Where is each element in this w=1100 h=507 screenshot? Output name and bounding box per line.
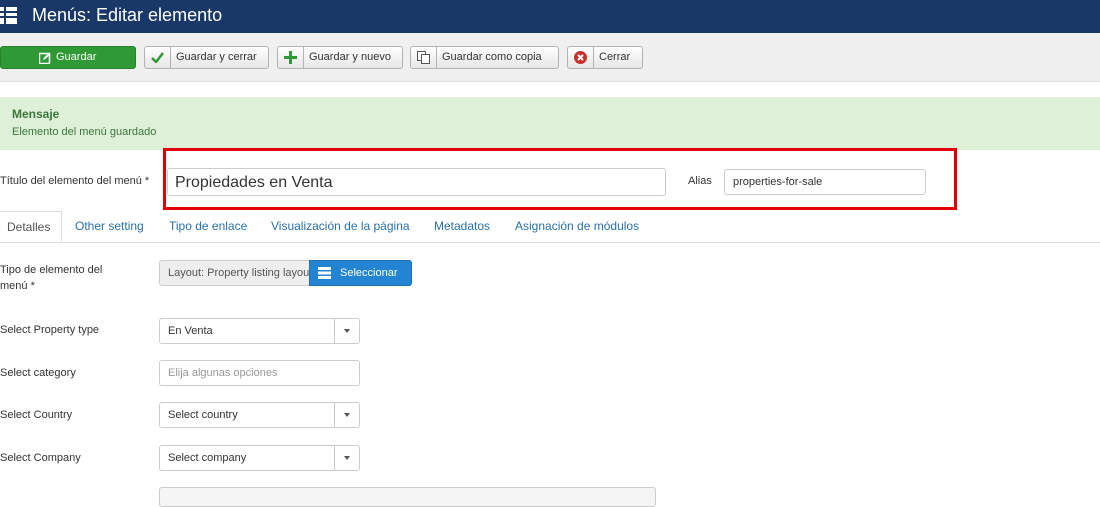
- property-type-value: En Venta: [168, 325, 213, 337]
- copy-icon: [417, 51, 430, 64]
- tab-detalles[interactable]: Detalles: [0, 211, 62, 242]
- country-label: Select Country: [0, 409, 73, 421]
- save-copy-button[interactable]: Guardar como copia: [410, 46, 559, 69]
- tab-metadatos[interactable]: Metadatos: [434, 219, 490, 233]
- menu-type-value: Layout: Property listing layout: [168, 267, 311, 279]
- save-new-button[interactable]: Guardar y nuevo: [277, 46, 403, 69]
- page-title: Menús: Editar elemento: [32, 5, 223, 25]
- save-label: Guardar: [56, 51, 97, 63]
- tab-asignacion-modulos[interactable]: Asignación de módulos: [515, 219, 639, 233]
- chevron-down-icon: [334, 319, 359, 343]
- save-close-label: Guardar y cerrar: [176, 51, 257, 63]
- partial-field[interactable]: [159, 487, 656, 507]
- list-icon: [318, 267, 331, 279]
- category-label: Select category: [0, 367, 76, 379]
- save-new-label: Guardar y nuevo: [309, 51, 391, 63]
- toolbar: Guardar Guardar y cerrar Guardar y nuevo…: [0, 33, 1100, 82]
- menu-icon: [0, 7, 17, 24]
- select-type-button[interactable]: Seleccionar: [309, 260, 412, 286]
- company-select[interactable]: Select company: [159, 445, 360, 471]
- chevron-down-icon: [334, 403, 359, 427]
- success-message: Mensaje Elemento del menú guardado: [0, 97, 1100, 150]
- menu-type-label-line2: menú *: [0, 280, 35, 292]
- tab-bar: Detalles Other setting Tipo de enlace Vi…: [0, 211, 1100, 243]
- company-value: Select company: [168, 452, 247, 464]
- category-input[interactable]: Elija algunas opciones: [159, 360, 360, 386]
- property-type-label: Select Property type: [0, 324, 100, 336]
- save-close-button[interactable]: Guardar y cerrar: [144, 46, 269, 69]
- checkmark-icon: [151, 52, 164, 63]
- chevron-down-icon: [334, 446, 359, 470]
- save-button[interactable]: Guardar: [0, 46, 136, 69]
- country-value: Select country: [168, 409, 238, 421]
- save-copy-label: Guardar como copia: [442, 51, 542, 63]
- company-label: Select Company: [0, 452, 81, 464]
- edit-icon: [39, 52, 51, 64]
- select-type-label: Seleccionar: [340, 267, 398, 279]
- close-button[interactable]: Cerrar: [567, 46, 643, 69]
- header-bar: Menús: Editar elemento: [0, 0, 1100, 33]
- category-placeholder: Elija algunas opciones: [168, 367, 278, 379]
- menu-type-label-line1: Tipo de elemento del: [0, 264, 103, 276]
- title-label: Título del elemento del menú *: [0, 175, 150, 187]
- close-label: Cerrar: [599, 51, 631, 63]
- tab-other-setting[interactable]: Other setting: [75, 219, 144, 233]
- close-icon: [574, 51, 587, 64]
- highlight-box: [163, 148, 957, 210]
- property-type-select[interactable]: En Venta: [159, 318, 360, 344]
- tab-visualizacion[interactable]: Visualización de la página: [271, 219, 410, 233]
- country-select[interactable]: Select country: [159, 402, 360, 428]
- message-text: Elemento del menú guardado: [12, 126, 157, 138]
- tab-tipo-de-enlace[interactable]: Tipo de enlace: [169, 219, 247, 233]
- tab-detalles-label: Detalles: [7, 220, 51, 234]
- menu-type-field: Layout: Property listing layout: [159, 260, 311, 286]
- plus-icon: [284, 51, 297, 64]
- message-heading: Mensaje: [12, 107, 60, 121]
